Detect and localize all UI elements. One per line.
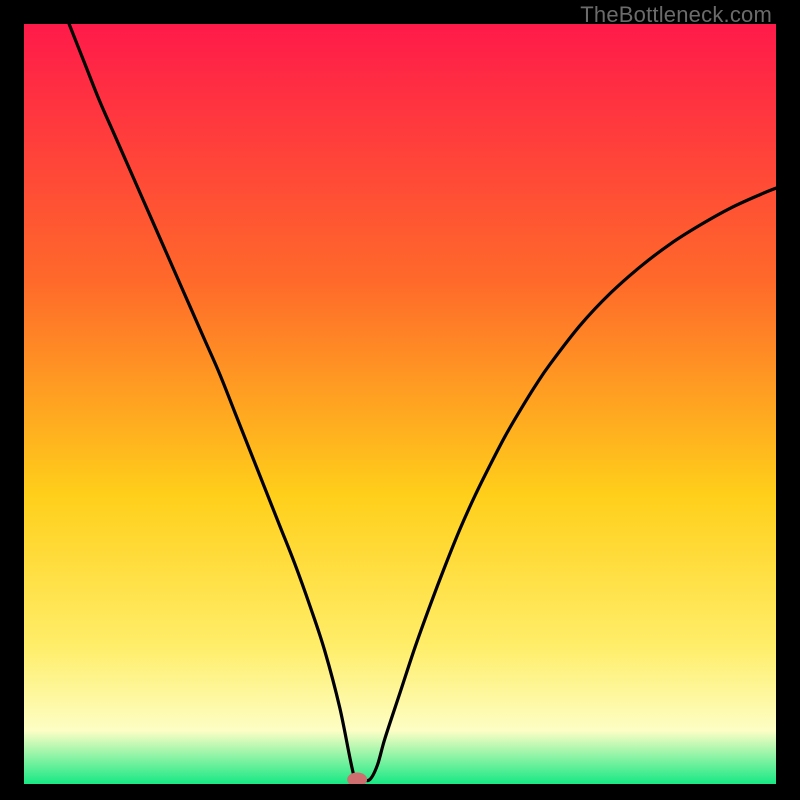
chart-frame: TheBottleneck.com	[0, 0, 800, 800]
bottleneck-chart	[24, 24, 776, 784]
watermark-text: TheBottleneck.com	[580, 2, 772, 28]
gradient-background	[24, 24, 776, 784]
plot-area	[24, 24, 776, 784]
